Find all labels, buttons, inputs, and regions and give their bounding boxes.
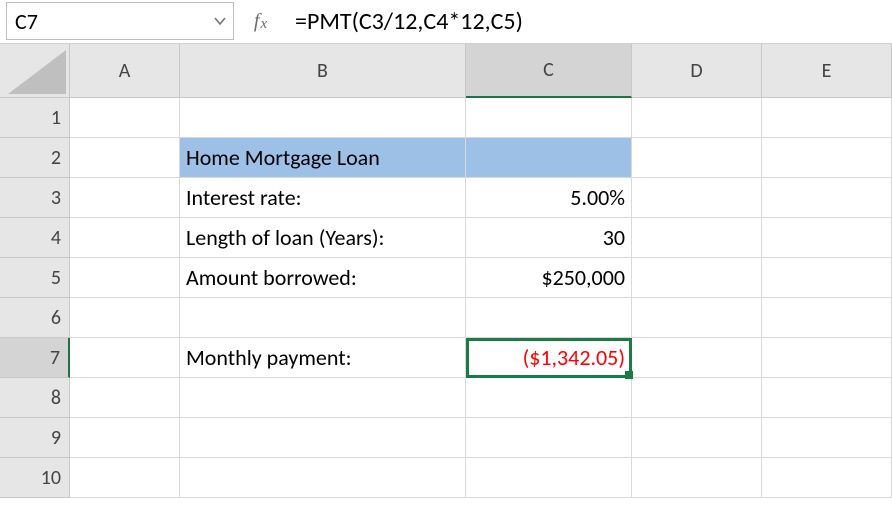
chevron-down-icon (214, 16, 226, 26)
cell-E5[interactable] (762, 258, 892, 298)
row-header-5[interactable]: 5 (0, 258, 70, 298)
row-header-6[interactable]: 6 (0, 298, 70, 338)
row-header-10[interactable]: 10 (0, 458, 70, 498)
row-header-2[interactable]: 2 (0, 138, 70, 178)
cell-D1[interactable] (632, 98, 762, 138)
cell-D10[interactable] (632, 458, 762, 498)
cell-C2[interactable] (466, 138, 632, 178)
col-header-C[interactable]: C (466, 44, 632, 98)
cell-D5[interactable] (632, 258, 762, 298)
cell-D8[interactable] (632, 378, 762, 418)
cell-E8[interactable] (762, 378, 892, 418)
name-box-container (6, 2, 234, 40)
cell-B5[interactable]: Amount borrowed: (180, 258, 466, 298)
cell-B3[interactable]: Interest rate: (180, 178, 466, 218)
row-header-3[interactable]: 3 (0, 178, 70, 218)
cell-C4[interactable]: 30 (466, 218, 632, 258)
cell-B9[interactable] (180, 418, 466, 458)
cell-E2[interactable] (762, 138, 892, 178)
name-box-dropdown[interactable] (213, 14, 227, 28)
cell-D9[interactable] (632, 418, 762, 458)
cell-B7[interactable]: Monthly payment: (180, 338, 466, 378)
row-header-1[interactable]: 1 (0, 98, 70, 138)
cell-A3[interactable] (70, 178, 180, 218)
cell-E4[interactable] (762, 218, 892, 258)
cell-D2[interactable] (632, 138, 762, 178)
cell-A9[interactable] (70, 418, 180, 458)
cell-B1[interactable] (180, 98, 466, 138)
name-box[interactable] (7, 3, 233, 39)
col-header-B[interactable]: B (180, 44, 466, 98)
cell-A5[interactable] (70, 258, 180, 298)
cell-B4[interactable]: Length of loan (Years): (180, 218, 466, 258)
spreadsheet-grid: A B C D E 1 2 Home Mortgage Loan 3 Inter… (0, 44, 892, 498)
cell-A2[interactable] (70, 138, 180, 178)
row-header-4[interactable]: 4 (0, 218, 70, 258)
cell-D7[interactable] (632, 338, 762, 378)
cell-A6[interactable] (70, 298, 180, 338)
cell-E1[interactable] (762, 98, 892, 138)
cell-C3[interactable]: 5.00% (466, 178, 632, 218)
cell-D3[interactable] (632, 178, 762, 218)
cell-D4[interactable] (632, 218, 762, 258)
cell-E6[interactable] (762, 298, 892, 338)
row-header-8[interactable]: 8 (0, 378, 70, 418)
insert-function-button[interactable]: fx (240, 2, 280, 40)
cell-B2[interactable]: Home Mortgage Loan (180, 138, 466, 178)
cell-E3[interactable] (762, 178, 892, 218)
cell-C6[interactable] (466, 298, 632, 338)
cell-C10[interactable] (466, 458, 632, 498)
cell-A8[interactable] (70, 378, 180, 418)
cell-B6[interactable] (180, 298, 466, 338)
col-header-A[interactable]: A (70, 44, 180, 98)
cell-B10[interactable] (180, 458, 466, 498)
cell-C5[interactable]: $250,000 (466, 258, 632, 298)
cell-D6[interactable] (632, 298, 762, 338)
cell-E9[interactable] (762, 418, 892, 458)
cell-B8[interactable] (180, 378, 466, 418)
cell-C9[interactable] (466, 418, 632, 458)
col-header-E[interactable]: E (762, 44, 892, 98)
cell-A4[interactable] (70, 218, 180, 258)
row-header-7[interactable]: 7 (0, 338, 70, 378)
cell-E7[interactable] (762, 338, 892, 378)
cell-A1[interactable] (70, 98, 180, 138)
fx-icon: f (254, 10, 260, 33)
cell-A10[interactable] (70, 458, 180, 498)
select-all-corner[interactable] (0, 44, 70, 98)
formula-input[interactable]: =PMT(C3/12,C4*12,C5) (286, 2, 886, 40)
formula-bar: fx =PMT(C3/12,C4*12,C5) (0, 0, 892, 44)
cell-C8[interactable] (466, 378, 632, 418)
cell-C1[interactable] (466, 98, 632, 138)
col-header-D[interactable]: D (632, 44, 762, 98)
row-header-9[interactable]: 9 (0, 418, 70, 458)
cell-A7[interactable] (70, 338, 180, 378)
cell-E10[interactable] (762, 458, 892, 498)
cell-C7[interactable]: ($1,342.05) (466, 338, 632, 378)
